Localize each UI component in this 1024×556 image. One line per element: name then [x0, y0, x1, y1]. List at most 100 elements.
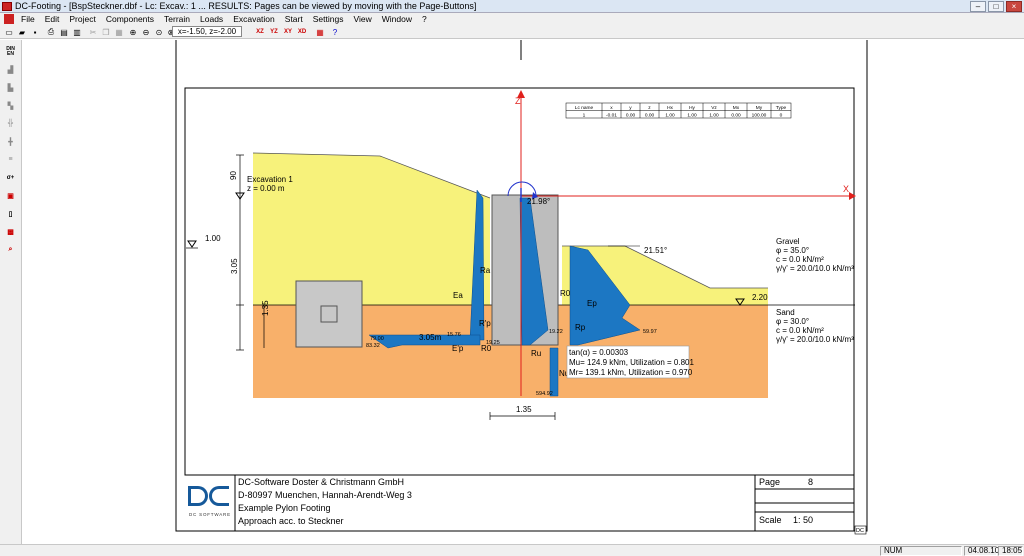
page-number: 8	[808, 477, 813, 487]
menu-loads[interactable]: Loads	[195, 14, 228, 24]
lc-table-header: Hy	[689, 105, 695, 111]
logo-caption: DC SOFTWARE	[189, 512, 231, 517]
right-level-value: 2.20	[752, 293, 768, 302]
menu-project[interactable]: Project	[64, 14, 100, 24]
export-icon[interactable]: ▥	[71, 26, 83, 38]
lc-table-cell: 0	[780, 112, 783, 118]
sand-gamma: γ/γ' = 20.0/10.0 kN/m³	[776, 335, 854, 344]
value-8332-label: 83.32	[366, 343, 380, 349]
result-mu: Mu= 124.9 kNm, Utilization = 0.801	[569, 358, 695, 367]
dim-90-label: 90	[229, 171, 238, 180]
company-address: D-80997 Muenchen, Hannah-Arendt-Weg 3	[238, 490, 412, 500]
dim-305-label: 3.05	[230, 258, 239, 274]
paste-icon[interactable]: ▦	[113, 26, 125, 38]
foundation-icon[interactable]: ▚	[2, 98, 19, 113]
menu-edit[interactable]: Edit	[40, 14, 65, 24]
gravel-gamma: γ/γ' = 20.0/10.0 kN/m³	[776, 264, 854, 273]
status-bar: NUM 04.08.10 18:05	[0, 544, 1024, 556]
lc-table-cell: 0.00	[645, 112, 655, 118]
excavation-title: Excavation 1	[247, 175, 293, 184]
status-time: 18:05	[998, 546, 1023, 556]
wall-icon[interactable]: ╋	[2, 134, 19, 149]
result-mr: Mr= 139.1 kNm, Utilization = 0.970	[569, 368, 693, 377]
lc-table-header: My	[756, 105, 763, 111]
maximize-button[interactable]: □	[988, 1, 1004, 12]
lc-table-cell: 1	[583, 112, 586, 118]
dim-135-left-label: 1.35	[261, 300, 270, 316]
print-icon[interactable]: ⎙	[45, 26, 57, 38]
close-button[interactable]: ×	[1006, 1, 1022, 12]
view-yz-button[interactable]: YZ	[267, 26, 281, 38]
status-num: NUM	[880, 546, 962, 556]
coordinate-display: x=-1.50, z=-2.00	[172, 26, 242, 37]
toolbar: ▭ ▰ ▪ ⎙ ▤ ▥ ✂ ❐ ▦ ⊕ ⊖ ⊙ ⊗ x=-1.50, z=-2.…	[0, 25, 1024, 39]
lc-table-header: Mx	[733, 105, 740, 111]
view-xz-button[interactable]: XZ	[253, 26, 267, 38]
minimize-button[interactable]: –	[970, 1, 986, 12]
menu-settings[interactable]: Settings	[308, 14, 349, 24]
new-file-icon[interactable]: ▭	[3, 26, 15, 38]
copy-icon[interactable]: ❐	[100, 26, 112, 38]
view-xd-button[interactable]: XD	[295, 26, 309, 38]
soil-icon[interactable]: ≡	[2, 152, 19, 167]
menu-excavation[interactable]: Excavation	[228, 14, 280, 24]
scale-value: 1: 50	[793, 515, 813, 525]
open-folder-icon[interactable]: ▰	[16, 26, 28, 38]
lc-table-cell: 0.00	[626, 112, 636, 118]
din-norm-icon[interactable]: DIN EN	[2, 44, 19, 59]
print-preview-icon[interactable]: ▤	[58, 26, 70, 38]
results-icon[interactable]: ▣	[2, 188, 19, 203]
menu-components[interactable]: Components	[101, 14, 159, 24]
angle-top-label: 21.98°	[527, 197, 550, 206]
angle-right-label: 21.51°	[644, 246, 667, 255]
sand-phi: φ = 30.0°	[776, 317, 809, 326]
zoom-window-icon[interactable]: ⊙	[153, 26, 165, 38]
document-icon[interactable]	[4, 14, 14, 24]
lc-table-cell: 1.00	[687, 112, 697, 118]
print-output-icon[interactable]: ▩	[2, 224, 19, 239]
z-axis-label: Z	[515, 96, 521, 106]
cut-icon[interactable]: ✂	[87, 26, 99, 38]
force-ra-label: Ra	[480, 266, 491, 275]
force-rp2-label: Rp	[575, 323, 586, 332]
calculation-method: Approach acc. to Steckner	[238, 516, 344, 526]
zoom-in-icon[interactable]: ⊕	[127, 26, 139, 38]
drawing-svg: Lc name1x-0.01y0.00z0.00Hx1.00Hy1.00Vz1.…	[175, 38, 868, 535]
value-7900-label: 79.00	[370, 336, 384, 342]
dc-corner-label: DC	[856, 528, 864, 534]
menu-file[interactable]: File	[16, 14, 40, 24]
building-icon[interactable]: ▟	[2, 62, 19, 77]
page-icon[interactable]: ▯	[2, 206, 19, 221]
value-1925-label: 19.25	[486, 340, 500, 346]
company-name: DC-Software Doster & Christmann GmbH	[238, 477, 404, 487]
left-toolbar: DIN EN ▟ ▙ ▚ ╬ ╋ ≡ σ+ ▣ ▯ ▩ ⌕	[0, 40, 22, 544]
menu-start[interactable]: Start	[280, 14, 308, 24]
drawing-canvas[interactable]: Lc name 1 x -0.01 y 0.00 z 0.00 Hx 1.00 Hy 1.00 Vz 1.…	[23, 38, 1024, 544]
force-ru-label: Ru	[531, 349, 541, 358]
lc-table-cell: 1.00	[709, 112, 719, 118]
value-59492-label: 594.92	[536, 391, 553, 397]
status-date: 04.08.10	[964, 546, 999, 556]
zoom-out-icon[interactable]: ⊖	[140, 26, 152, 38]
save-icon[interactable]: ▪	[29, 26, 41, 38]
lc-table-cell: 0.00	[731, 112, 741, 118]
sigma-icon[interactable]: σ+	[2, 170, 19, 185]
value-1576-label: 15.76	[447, 332, 461, 338]
grid-icon[interactable]: ▦	[314, 26, 326, 38]
menu-view[interactable]: View	[348, 14, 376, 24]
structure-icon[interactable]: ▙	[2, 80, 19, 95]
view-xy-button[interactable]: XY	[281, 26, 295, 38]
magnifier-icon[interactable]: ⌕	[2, 242, 19, 257]
pile-icon[interactable]: ╬	[2, 116, 19, 131]
menu-window[interactable]: Window	[377, 14, 417, 24]
menu-terrain[interactable]: Terrain	[159, 14, 195, 24]
force-rp1-label: R'p	[479, 319, 491, 328]
menu-help[interactable]: ?	[417, 14, 432, 24]
force-r0-b-label: R0	[560, 289, 571, 298]
result-tan-alpha: tan(α) = 0.00303	[569, 348, 629, 357]
force-ep2-label: Ep	[587, 299, 597, 308]
lc-table-header: Vz	[711, 105, 717, 111]
context-help-icon[interactable]: ?	[329, 26, 341, 38]
project-name: Example Pylon Footing	[238, 503, 331, 513]
lc-table-header: Lc name	[575, 105, 594, 111]
